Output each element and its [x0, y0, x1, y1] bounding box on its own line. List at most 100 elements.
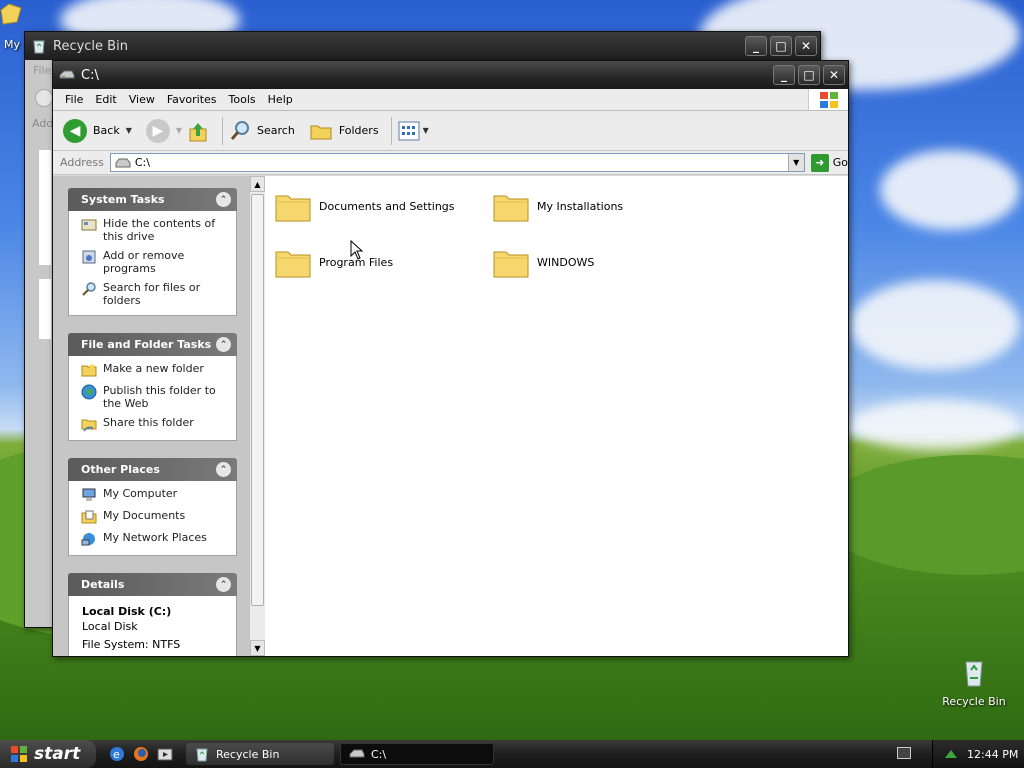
firefox-icon[interactable]: [132, 745, 150, 763]
task-publish-folder[interactable]: Publish this folder to the Web: [81, 384, 230, 410]
link-my-network-places[interactable]: My Network Places: [81, 531, 230, 547]
menu-view[interactable]: View: [123, 93, 161, 106]
internet-explorer-icon[interactable]: e: [108, 745, 126, 763]
task-label: Add or remove programs: [103, 249, 185, 275]
link-my-computer[interactable]: My Computer: [81, 487, 230, 503]
pane-fragment: [39, 279, 51, 339]
close-button[interactable]: ✕: [823, 65, 845, 85]
taskbar-button-label: Recycle Bin: [216, 747, 280, 761]
desktop-icon-label: Recycle Bin: [942, 695, 1006, 708]
taskbar-button-recycle-bin[interactable]: Recycle Bin: [186, 743, 334, 765]
folder-icon: [275, 251, 311, 278]
panel-header[interactable]: Other Places ⌃: [68, 458, 237, 481]
maximize-button[interactable]: □: [770, 36, 792, 56]
desktop-icon-recycle-bin[interactable]: Recycle Bin: [939, 656, 1009, 708]
hill: [820, 455, 1024, 575]
panel-body: Local Disk (C:) Local Disk File System: …: [68, 596, 237, 656]
panel-body: Hide the contents of this drive Add or r…: [68, 211, 237, 316]
panel-header[interactable]: Details ⌃: [68, 573, 237, 596]
panel-header[interactable]: File and Folder Tasks ⌃: [68, 333, 237, 356]
pane-fragment: [39, 150, 51, 265]
link-label: My Computer: [103, 487, 178, 500]
collapse-chevron-icon[interactable]: ⌃: [216, 462, 231, 477]
scroll-up-arrow-icon[interactable]: ▲: [250, 176, 265, 192]
menu-help[interactable]: Help: [262, 93, 299, 106]
panel-header[interactable]: System Tasks ⌃: [68, 188, 237, 211]
link-label: My Documents: [103, 509, 186, 522]
task-pane-scrollbar[interactable]: ▲ ▼: [249, 176, 265, 656]
task-label: Search for files or folders: [103, 281, 201, 307]
window-title: Recycle Bin: [53, 38, 128, 54]
menu-tools[interactable]: Tools: [223, 93, 262, 106]
network-places-icon: [81, 533, 95, 546]
back-arrow-icon: ◀: [63, 118, 87, 143]
title-bar[interactable]: Recycle Bin _ □ ✕: [25, 32, 820, 60]
address-dropdown-button[interactable]: ▼: [787, 154, 804, 171]
panel-title: Other Places: [81, 463, 160, 476]
back-label: Back: [93, 124, 120, 137]
drive-icon: [59, 70, 75, 79]
keyboard-icon[interactable]: [897, 747, 911, 759]
minimize-button[interactable]: _: [773, 65, 795, 85]
panel-body: My Computer My Documents My Network Plac…: [68, 481, 237, 556]
folder-item[interactable]: Documents and Settings: [273, 186, 473, 226]
collapse-chevron-icon[interactable]: ⌃: [216, 192, 231, 207]
task-make-new-folder[interactable]: Make a new folder: [81, 362, 230, 378]
chevron-down-icon[interactable]: ▼: [176, 126, 182, 135]
title-bar[interactable]: C:\ _ □ ✕: [53, 61, 848, 89]
chevron-down-icon[interactable]: ▼: [126, 126, 132, 135]
up-folder-icon: [189, 122, 207, 141]
link-my-documents[interactable]: My Documents: [81, 509, 230, 525]
new-folder-icon: [81, 363, 97, 377]
forward-button[interactable]: ▶ ▼: [145, 118, 182, 143]
task-search-files[interactable]: Search for files or folders: [81, 281, 230, 307]
task-add-remove-programs[interactable]: Add or remove programs: [81, 249, 230, 275]
collapse-chevron-icon[interactable]: ⌃: [216, 577, 231, 592]
go-arrow-icon: ➜: [810, 153, 829, 172]
scroll-thumb[interactable]: [251, 194, 264, 606]
folder-icon: [493, 195, 529, 222]
windows-logo-icon: [11, 746, 27, 762]
safely-remove-hardware-icon[interactable]: [943, 746, 959, 762]
menu-edit[interactable]: Edit: [89, 93, 122, 106]
chevron-down-icon[interactable]: ▼: [423, 126, 429, 135]
folders-button[interactable]: Folders: [309, 120, 379, 142]
start-button[interactable]: start: [0, 740, 96, 768]
folders-label: Folders: [338, 124, 379, 137]
folder-item[interactable]: WINDOWS: [491, 242, 691, 282]
details-filesystem: File System: NTFS: [82, 638, 181, 651]
views-button[interactable]: ▼: [398, 121, 429, 141]
back-icon[interactable]: [35, 89, 53, 107]
folder-item[interactable]: My Installations: [491, 186, 691, 226]
system-tray: 12:44 PM: [932, 740, 1024, 768]
task-label: Hide the contents of this drive: [103, 217, 216, 243]
media-player-icon[interactable]: [156, 745, 174, 763]
window-edge-strip: File Add: [25, 60, 55, 627]
panel-file-folder-tasks: File and Folder Tasks ⌃ Make a new folde…: [68, 333, 237, 441]
close-button[interactable]: ✕: [795, 36, 817, 56]
explorer-window[interactable]: C:\ _ □ ✕ File Edit View Favorites Tools…: [52, 60, 849, 657]
back-button[interactable]: ◀ Back ▼: [63, 118, 132, 143]
folders-icon: [310, 125, 332, 139]
menu-favorites[interactable]: Favorites: [161, 93, 223, 106]
link-label: My Network Places: [103, 531, 207, 544]
minimize-button[interactable]: _: [745, 36, 767, 56]
desktop-icon-label: My: [4, 38, 21, 51]
up-folder-button[interactable]: [188, 119, 210, 143]
folder-item[interactable]: Program Files: [273, 242, 473, 282]
address-field[interactable]: C:\ ▼: [109, 153, 805, 172]
go-label: Go: [832, 156, 848, 169]
maximize-button[interactable]: □: [798, 65, 820, 85]
menu-file[interactable]: File: [59, 93, 89, 106]
task-share-folder[interactable]: Share this folder: [81, 416, 230, 432]
scroll-down-arrow-icon[interactable]: ▼: [250, 640, 265, 656]
collapse-chevron-icon[interactable]: ⌃: [216, 337, 231, 352]
window-title: C:\: [81, 67, 99, 83]
my-computer-icon: [82, 488, 96, 501]
taskbar-button-c-drive[interactable]: C:\: [340, 743, 494, 765]
views-icon: [398, 121, 420, 140]
search-button[interactable]: Search: [229, 120, 295, 142]
task-hide-drive-contents[interactable]: Hide the contents of this drive: [81, 217, 230, 243]
clock[interactable]: 12:44 PM: [967, 748, 1018, 761]
go-button[interactable]: ➜ Go: [810, 153, 848, 172]
